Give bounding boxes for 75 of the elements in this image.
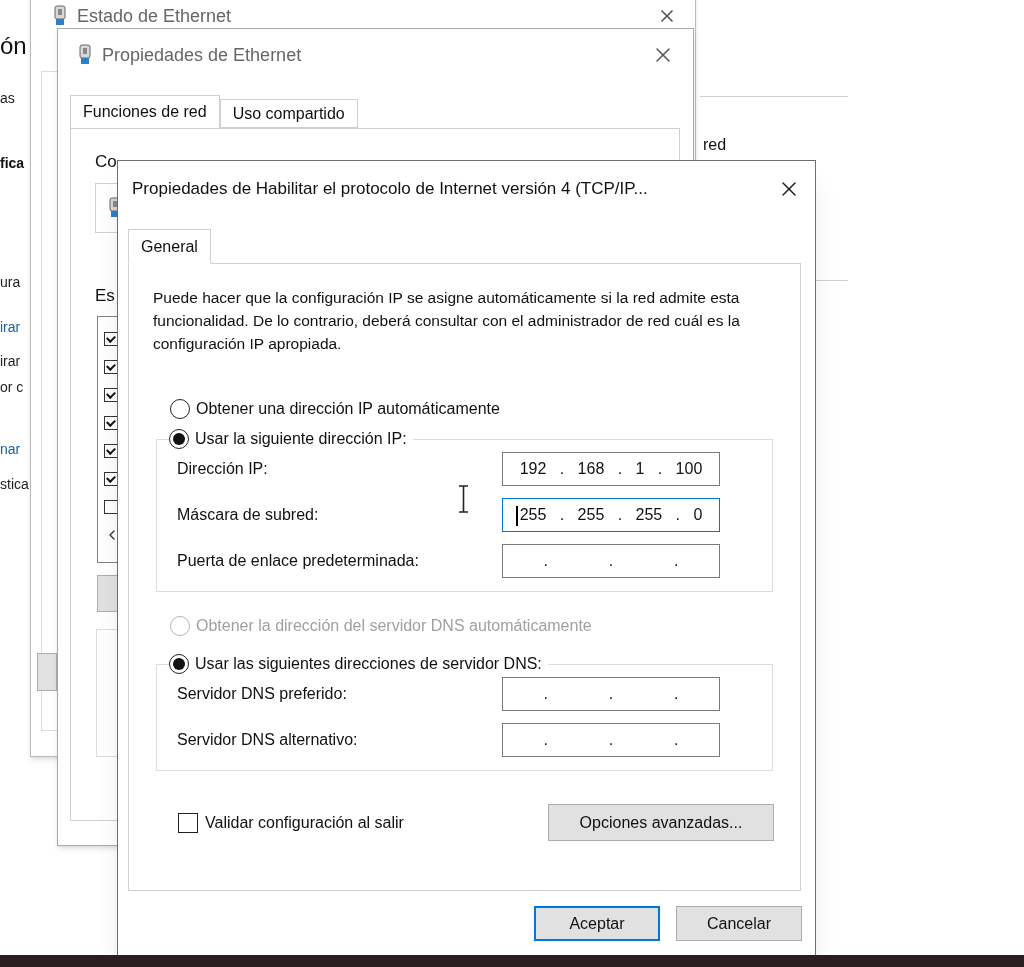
address-part: . — [617, 459, 623, 479]
address-part: . — [608, 684, 614, 704]
address-part: . — [617, 505, 623, 525]
checkbox[interactable] — [104, 472, 118, 486]
tab[interactable]: General — [128, 229, 211, 264]
address-part: 100 — [675, 459, 703, 479]
page-text: ón — [0, 32, 27, 59]
radio-label: Obtener una dirección IP automáticamente — [196, 399, 500, 419]
tab[interactable]: Funciones de red — [70, 95, 220, 128]
window-title: Propiedades de Ethernet — [102, 43, 302, 67]
address-part: . — [543, 551, 548, 571]
page-text: or c — [0, 379, 24, 395]
address-part: . — [675, 505, 681, 525]
address-part: . — [674, 551, 679, 571]
link[interactable]: irar — [0, 319, 21, 335]
address-part: 255 — [635, 505, 663, 525]
checkbox-label: Validar configuración al salir — [205, 812, 404, 833]
address-part: 0 — [693, 505, 703, 525]
field-label: Servidor DNS preferido: — [177, 684, 347, 704]
ip-address-field[interactable]: . . . — [502, 677, 720, 711]
field-label: Puerta de enlace predeterminada: — [177, 551, 419, 571]
checkbox[interactable] — [178, 812, 198, 833]
checkbox[interactable] — [104, 388, 118, 402]
address-part: 255 — [577, 505, 605, 525]
address-part: 192 — [519, 459, 547, 479]
address-part: . — [559, 459, 565, 479]
window-title: Propiedades de Habilitar el protocolo de Internet versión 4 (TCP/IP... — [132, 177, 648, 200]
radio-label: Obtener la dirección del servidor DNS automáticamente — [196, 616, 592, 636]
address-part: 1 — [635, 459, 645, 479]
page-text: as — [0, 90, 15, 106]
radio-label: Usar las siguientes direcciones de servidor DNS: — [195, 654, 542, 674]
field-label: Dirección IP: — [177, 459, 268, 479]
tab[interactable]: Uso compartido — [219, 99, 358, 128]
radio-button[interactable] — [169, 654, 189, 674]
radio-button[interactable] — [170, 399, 190, 419]
section-label: Es — [95, 285, 115, 305]
checkbox[interactable] — [104, 444, 118, 458]
radio-label: Usar la siguiente dirección IP: — [195, 429, 407, 449]
field-label: Máscara de subred: — [177, 505, 319, 525]
window-title: Estado de Ethernet — [77, 4, 232, 28]
checkbox[interactable] — [104, 360, 118, 374]
advanced-options-button[interactable]: Opciones avanzadas... — [548, 804, 774, 841]
section-label: Co — [95, 152, 117, 171]
ip-address-field[interactable]: 192 . 168 . 1 . 100 — [502, 452, 720, 486]
address-part: 168 — [577, 459, 605, 479]
dialog-button[interactable]: Cancelar — [676, 906, 802, 941]
dialog-button[interactable]: Aceptar — [534, 906, 660, 941]
address-part: . — [559, 505, 565, 525]
address-part: . — [657, 459, 663, 479]
address-part: . — [674, 684, 679, 704]
ip-address-field[interactable]: . . . — [502, 723, 720, 757]
ip-address-field[interactable]: . . . — [502, 544, 720, 578]
checkbox[interactable] — [104, 416, 118, 430]
radio-button[interactable] — [169, 429, 189, 449]
address-part: . — [543, 684, 548, 704]
checkbox[interactable] — [104, 332, 118, 346]
checkbox[interactable] — [104, 500, 118, 514]
page-text: ura — [0, 274, 21, 290]
address-part: . — [608, 730, 614, 750]
page-text: fica — [0, 155, 25, 171]
address-part: . — [674, 730, 679, 750]
address-part: . — [543, 730, 548, 750]
text-cursor-icon — [458, 485, 469, 513]
address-part: . — [608, 551, 614, 571]
text-caret — [516, 506, 518, 526]
link[interactable]: nar — [0, 441, 21, 457]
address-part: 255 — [519, 505, 547, 525]
description-text: Puede hacer que la configuración IP se asigne automáticamente si la red admite esta funcionalidad. De lo contrario, deberá consultar con el administrador de red cuál es la configuración IP apropiada. — [153, 288, 741, 354]
page-text: irar — [0, 353, 21, 369]
ethernet-plug-icon — [53, 5, 67, 27]
ip-address-field[interactable]: 255 . 255 . 255 . 0 — [502, 498, 720, 532]
page-text: stica — [0, 476, 29, 492]
page-text: red — [703, 135, 727, 155]
field-label: Servidor DNS alternativo: — [177, 730, 358, 750]
ethernet-plug-icon — [78, 44, 92, 66]
